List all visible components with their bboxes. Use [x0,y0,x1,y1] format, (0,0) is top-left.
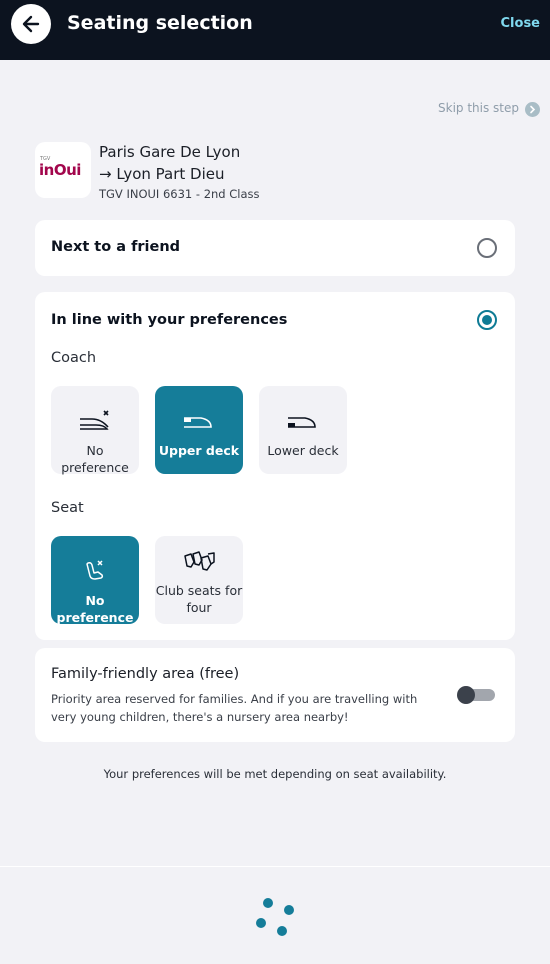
back-button[interactable] [11,4,51,44]
family-area-card: Family-friendly area (free) Priority are… [35,648,515,742]
train-lower-deck-icon [288,417,316,428]
chevron-right-icon [525,102,540,117]
skip-step-label: Skip this step [438,101,519,115]
tgv-inoui-logo: TGV inOui [35,142,91,198]
seat-club-four-label-line2: four [186,600,212,615]
train-no-preference-icon [80,410,109,430]
seat-section-label: Seat [51,500,84,516]
route-destination-label: Lyon Part Dieu [116,165,225,183]
seat-no-preference-label: No preference [56,593,134,625]
header-bar: Seating selection Close [0,0,550,60]
option-next-to-friend[interactable]: Next to a friend [35,220,515,276]
radio-next-to-friend[interactable] [477,238,497,258]
route-destination: → Lyon Part Dieu [99,165,225,183]
club-seats-icon [184,551,215,571]
coach-upper-deck-tile[interactable]: Upper deck [155,386,243,474]
family-area-description-line1: Priority area reserved for families. And… [51,692,418,706]
train-class-info: TGV INOUI 6631 - 2nd Class [99,187,260,201]
coach-lower-deck-label: Lower deck [267,443,339,458]
loading-spinner-icon [255,896,295,936]
arrow-left-icon [22,15,40,33]
spinner-dot [263,898,273,908]
page-title: Seating selection [67,12,253,34]
option-preferences-label: In line with your preferences [51,312,288,328]
seat-club-four-label-line1: Club seats for [155,583,243,598]
spinner-dot [277,926,287,936]
spinner-dot [284,905,294,915]
coach-no-preference-tile[interactable]: No preference [51,386,139,475]
seat-no-preference-icon [86,560,104,580]
toggle-knob [457,686,475,704]
option-preferences[interactable]: In line with your preferences Coach No p… [35,292,515,640]
family-area-toggle[interactable] [457,686,495,704]
arrow-right-icon: → [99,165,112,183]
train-upper-deck-icon [184,417,212,428]
radio-preferences[interactable] [477,310,497,330]
close-button[interactable]: Close [501,16,540,31]
seat-club-four-tile[interactable]: Club seats for four [155,536,243,624]
coach-lower-deck-tile[interactable]: Lower deck [259,386,347,474]
coach-section-label: Coach [51,350,97,366]
coach-no-preference-label: No preference [61,443,129,475]
logo-inoui-text: inOui [39,161,81,179]
availability-note: Your preferences will be met depending o… [103,767,447,781]
coach-upper-deck-label: Upper deck [158,443,240,458]
seat-no-preference-tile[interactable]: No preference [51,536,139,625]
seat-club-four-label: Club seats for four [155,582,243,616]
route-origin: Paris Gare De Lyon [99,143,241,161]
spinner-dot [256,918,266,928]
family-area-description-line2: very young children, there's a nursery a… [51,710,349,724]
skip-step-link[interactable]: Skip this step [438,101,540,117]
family-area-title: Family-friendly area (free) [51,666,240,682]
family-area-description: Priority area reserved for families. And… [51,690,441,726]
option-friend-label: Next to a friend [51,239,181,255]
